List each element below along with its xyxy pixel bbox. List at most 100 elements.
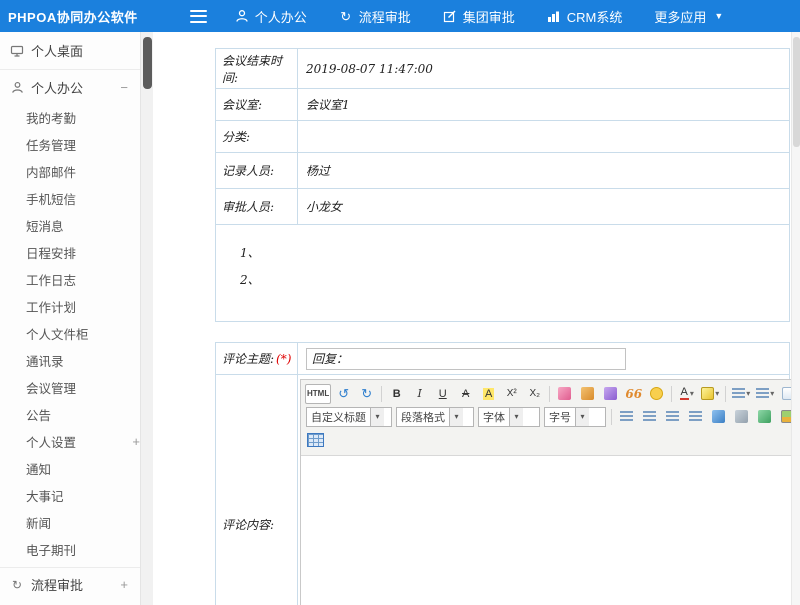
unlink-button[interactable] xyxy=(731,407,752,427)
chevron-down-icon: ▼ xyxy=(714,11,723,21)
sidebar-scrollbar[interactable] xyxy=(140,32,153,605)
nav-personal-office[interactable]: 个人办公 xyxy=(235,7,307,26)
expand-icon[interactable]: + xyxy=(132,434,140,449)
sidebar-item-notification[interactable]: 通知 xyxy=(0,455,140,482)
link-button[interactable] xyxy=(708,407,729,427)
field-label-cell: 会议结束时间: xyxy=(216,49,298,88)
underline-button[interactable]: U xyxy=(432,384,453,404)
sidebar-item-major-events[interactable]: 大事记 xyxy=(0,482,140,509)
align-center-button[interactable] xyxy=(639,407,660,427)
topbar-nav: 个人办公 ↻ 流程审批 集团审批 CRM系统 更多应用 ▼ xyxy=(235,7,756,26)
format-painter-button[interactable] xyxy=(577,384,598,404)
table-row: 评论主题: (*) xyxy=(216,343,789,375)
font-color-button[interactable]: A▾ xyxy=(676,384,697,404)
bold-button[interactable]: B xyxy=(386,384,407,404)
sidebar-item-schedule[interactable]: 日程安排 xyxy=(0,239,140,266)
meeting-detail-table: 会议结束时间: 2019-08-07 11:47:00 会议室: 会议室1 分类… xyxy=(215,48,790,322)
sidebar-item-label: 内部邮件 xyxy=(26,162,76,181)
italic-button[interactable]: I xyxy=(409,384,430,404)
field-label-cell: 分类: xyxy=(216,121,298,152)
sidebar-item-announcement[interactable]: 公告 xyxy=(0,401,140,428)
ordered-list-button[interactable]: ▾ xyxy=(730,384,752,404)
sidebar-group-label: 个人办公 xyxy=(31,78,83,97)
align-justify-icon xyxy=(689,411,702,422)
undo-button[interactable]: ↺ xyxy=(333,384,354,404)
nav-group-approval[interactable]: 集团审批 xyxy=(443,7,515,26)
sidebar-item-personal-files[interactable]: 个人文件柜 xyxy=(0,320,140,347)
sidebar-item-label: 日程安排 xyxy=(26,243,76,262)
new-page-button[interactable] xyxy=(778,384,791,404)
sidebar-item-personal-settings[interactable]: 个人设置 + xyxy=(0,428,140,455)
text-background-button[interactable]: A xyxy=(478,384,499,404)
sidebar-item-label: 工作日志 xyxy=(26,270,76,289)
sidebar-item-contacts[interactable]: 通讯录 xyxy=(0,347,140,374)
sidebar-item-short-message[interactable]: 短消息 xyxy=(0,212,140,239)
align-left-button[interactable] xyxy=(616,407,637,427)
person-icon xyxy=(235,9,249,23)
sidebar-item-label: 电子期刊 xyxy=(26,540,76,559)
sidebar-item-internal-mail[interactable]: 内部邮件 xyxy=(0,158,140,185)
marker-icon xyxy=(701,387,714,400)
nav-label: CRM系统 xyxy=(567,7,623,26)
expand-icon[interactable]: + xyxy=(120,577,128,592)
comment-subject-label: 评论主题: xyxy=(222,350,274,367)
sidebar-item-news[interactable]: 新闻 xyxy=(0,509,140,536)
table-icon xyxy=(307,433,324,447)
sidebar-item-label: 个人文件柜 xyxy=(26,324,89,343)
main-scrollbar-thumb[interactable] xyxy=(793,37,800,147)
dropdown-value: 字体 xyxy=(479,409,509,425)
anchor-button[interactable] xyxy=(754,407,775,427)
table-row-notes: 1、 2、 xyxy=(216,225,789,322)
heading-dropdown[interactable]: 自定义标题▾ xyxy=(306,407,392,427)
editor-content-area[interactable] xyxy=(301,456,791,605)
link-icon xyxy=(712,410,725,423)
field-value-cell: HTML ↺ ↻ B I U A A X² X₂ xyxy=(298,375,791,605)
superscript-button[interactable]: X² xyxy=(501,384,522,404)
hamburger-menu-icon[interactable] xyxy=(190,10,207,23)
image-icon xyxy=(781,410,791,423)
font-family-dropdown[interactable]: 字体▾ xyxy=(478,407,540,427)
sidebar-item-e-journal[interactable]: 电子期刊 xyxy=(0,536,140,563)
main-scrollbar[interactable] xyxy=(791,32,800,605)
strikethrough-button[interactable]: A xyxy=(455,384,476,404)
unordered-list-button[interactable]: ▾ xyxy=(754,384,776,404)
nav-more-apps[interactable]: 更多应用 ▼ xyxy=(654,7,723,26)
desktop-icon xyxy=(10,44,24,58)
html-source-button[interactable]: HTML xyxy=(305,384,331,404)
remove-format-button[interactable] xyxy=(554,384,575,404)
paragraph-format-dropdown[interactable]: 段落格式▾ xyxy=(396,407,474,427)
sidebar-item-personal-desktop[interactable]: 个人桌面 xyxy=(0,32,140,70)
highlight-color-button[interactable]: ▾ xyxy=(699,384,721,404)
comment-subject-input[interactable] xyxy=(306,348,626,370)
highlight-icon: A xyxy=(483,388,494,400)
sidebar-item-work-plan[interactable]: 工作计划 xyxy=(0,293,140,320)
insert-table-button[interactable] xyxy=(305,430,326,450)
emoticon-button[interactable] xyxy=(646,384,667,404)
auto-format-button[interactable] xyxy=(600,384,621,404)
sidebar-item-label: 公告 xyxy=(26,405,51,424)
redo-button[interactable]: ↻ xyxy=(356,384,377,404)
sidebar-item-meeting-management[interactable]: 会议管理 xyxy=(0,374,140,401)
field-value: 会议室1 xyxy=(306,96,350,113)
sidebar-item-my-attendance[interactable]: 我的考勤 xyxy=(0,104,140,131)
insert-image-button[interactable] xyxy=(777,407,791,427)
sidebar-scrollbar-thumb[interactable] xyxy=(143,37,152,89)
sidebar-item-task-management[interactable]: 任务管理 xyxy=(0,131,140,158)
nav-crm-system[interactable]: CRM系统 xyxy=(547,7,623,26)
sidebar-group-workflow-approval[interactable]: ↻ 流程审批 + xyxy=(0,567,140,601)
align-right-button[interactable] xyxy=(662,407,683,427)
align-justify-button[interactable] xyxy=(685,407,706,427)
font-size-dropdown[interactable]: 字号▾ xyxy=(544,407,606,427)
blockquote-button[interactable]: 66 xyxy=(623,384,644,404)
collapse-icon[interactable]: − xyxy=(120,80,128,95)
field-label: 会议室: xyxy=(222,96,262,113)
table-row: 分类: xyxy=(216,121,789,153)
sidebar-item-sms[interactable]: 手机短信 xyxy=(0,185,140,212)
nav-workflow-approval[interactable]: ↻ 流程审批 xyxy=(339,7,411,26)
sidebar-item-work-diary[interactable]: 工作日志 xyxy=(0,266,140,293)
subscript-button[interactable]: X₂ xyxy=(524,384,545,404)
toolbar-separator xyxy=(611,409,612,425)
table-row: 记录人员: 杨过 xyxy=(216,153,789,189)
sidebar-group-personal-office[interactable]: 个人办公 − xyxy=(0,70,140,104)
nav-label: 更多应用 xyxy=(654,7,706,26)
